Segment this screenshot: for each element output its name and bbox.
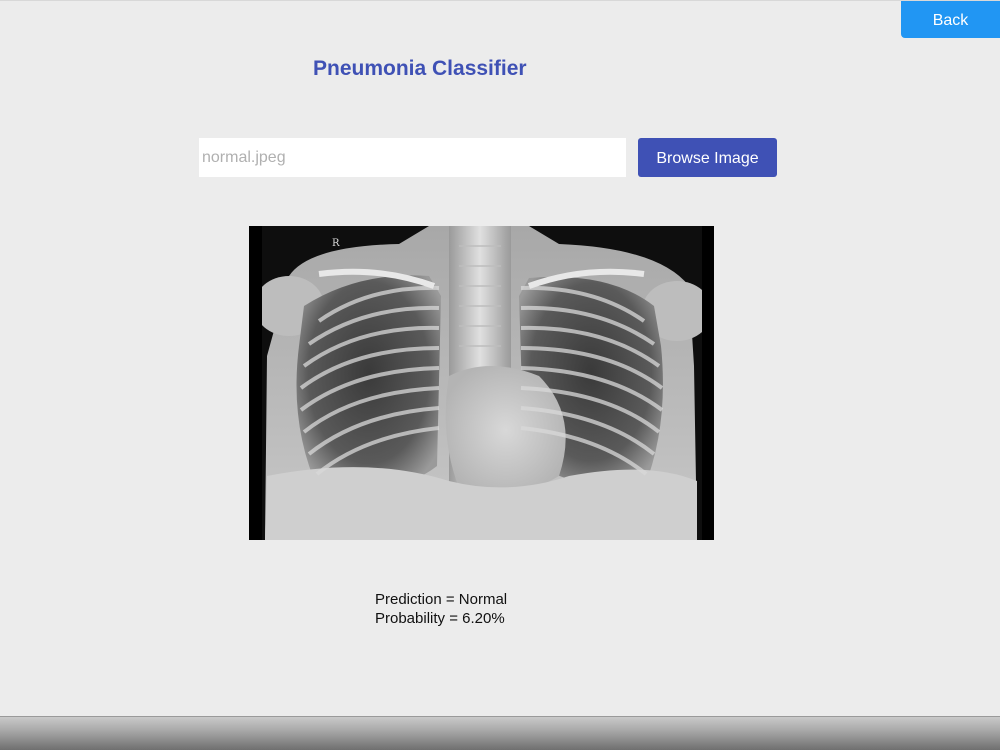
xray-image-graphic: R (249, 226, 714, 540)
page-title: Pneumonia Classifier (313, 57, 527, 80)
prediction-text: Prediction = Normal (375, 591, 508, 608)
prediction-result: Prediction = Normal Probability = 6.20% (375, 590, 507, 628)
probability-text: Probability = 6.20% (375, 610, 505, 627)
app-window: Back Pneumonia Classifier Browse Image (0, 0, 1000, 716)
xray-side-marker: R (332, 238, 340, 249)
xray-image: R (249, 226, 714, 540)
window-bottom-bar (0, 716, 1000, 750)
back-button[interactable]: Back (901, 1, 1000, 38)
browse-image-button[interactable]: Browse Image (638, 138, 777, 177)
file-name-field[interactable] (199, 138, 626, 177)
